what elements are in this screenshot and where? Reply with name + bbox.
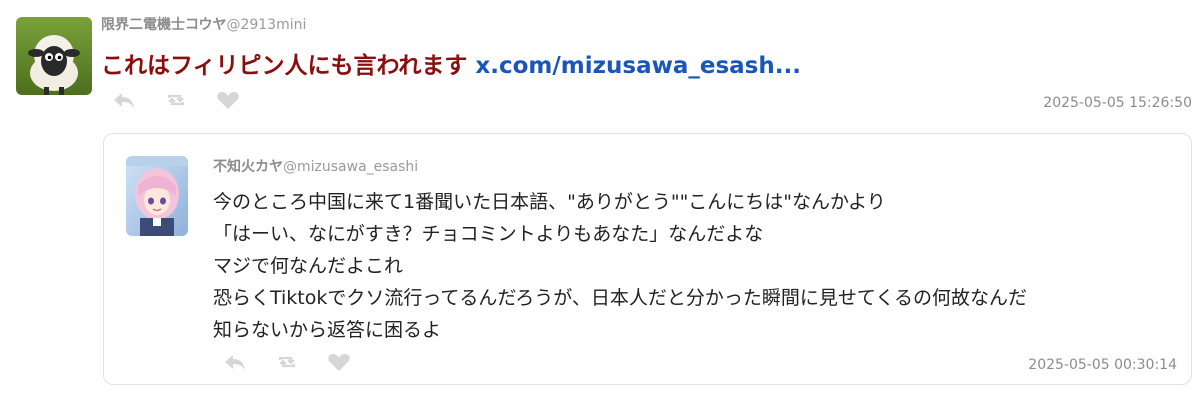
quoted-author-name[interactable]: 不知火カヤ: [213, 159, 283, 175]
like-icon[interactable]: [216, 90, 240, 110]
quoted-tweet-text: 今のところ中国に来て1番聞いた日本語、"ありがとう""こんにちは"なんかより 「…: [213, 186, 1183, 346]
quoted-author-handle[interactable]: @mizusawa_esashi: [283, 159, 418, 175]
quoted-text-line: 知らないから返答に困るよ: [213, 319, 442, 341]
quoted-text-line: 「はーい、なにがすき？チョコミントよりもあなた」なんだよな: [213, 223, 764, 245]
author-avatar[interactable]: [16, 17, 92, 95]
tweet-card: 限界二電機士コウヤ@2913mini これはフィリピン人にも言われます x.com…: [0, 0, 1200, 407]
quoted-text-line: 恐らくTiktokでクソ流行ってるんだろうが、日本人だと分かった瞬間に見せてくる…: [213, 287, 1027, 309]
tweet-timestamp[interactable]: 2025-05-05 15:26:50: [1043, 95, 1192, 111]
retweet-icon[interactable]: [275, 352, 299, 372]
tweet-body: これはフィリピン人にも言われます: [101, 53, 468, 79]
author-line: 限界二電機士コウヤ@2913mini: [101, 14, 306, 34]
quoted-tweet[interactable]: 不知火カヤ@mizusawa_esashi 今のところ中国に来て1番聞いた日本語…: [103, 133, 1192, 385]
reply-icon[interactable]: [112, 90, 136, 110]
anime-avatar-image: [126, 156, 188, 236]
quoted-tweet-actions: [223, 352, 351, 372]
tweet-text: これはフィリピン人にも言われます x.com/mizusawa_esash...: [101, 46, 801, 80]
tweet-actions: [112, 90, 240, 110]
quoted-author-line: 不知火カヤ@mizusawa_esashi: [213, 156, 418, 176]
reply-icon[interactable]: [223, 352, 247, 372]
quoted-text-line: マジで何なんだよこれ: [213, 255, 404, 277]
quoted-author-avatar[interactable]: [126, 156, 188, 236]
author-name[interactable]: 限界二電機士コウヤ: [101, 17, 226, 33]
tweet-link[interactable]: x.com/mizusawa_esash...: [475, 53, 801, 79]
like-icon[interactable]: [327, 352, 351, 372]
quoted-text-line: 今のところ中国に来て1番聞いた日本語、"ありがとう""こんにちは"なんかより: [213, 191, 886, 213]
author-handle[interactable]: @2913mini: [226, 17, 306, 33]
quoted-tweet-timestamp[interactable]: 2025-05-05 00:30:14: [1028, 357, 1177, 373]
sheep-avatar-image: [16, 17, 92, 95]
retweet-icon[interactable]: [164, 90, 188, 110]
